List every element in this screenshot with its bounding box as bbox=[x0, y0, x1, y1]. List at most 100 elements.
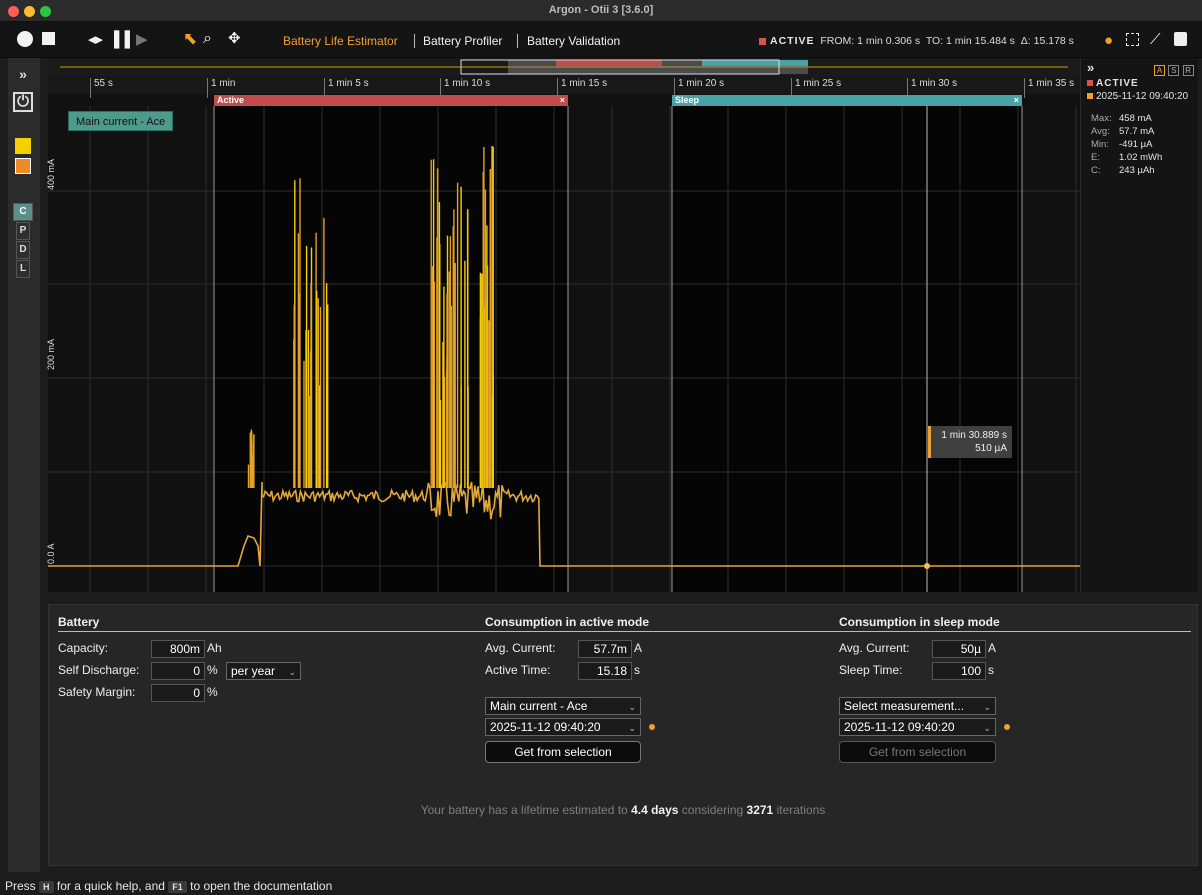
sleep-measurement-select[interactable]: Select measurement... ⌄ bbox=[839, 697, 996, 715]
sleep-heading: Consumption in sleep mode bbox=[839, 615, 1000, 629]
current-waveform-chart[interactable] bbox=[48, 106, 1080, 592]
stat-value: 243 µAh bbox=[1119, 165, 1155, 176]
y-label-400: 400 mA bbox=[46, 158, 56, 190]
rail-button-c[interactable]: C bbox=[13, 203, 33, 221]
active-time-unit: s bbox=[634, 663, 640, 677]
active-get-from-selection-button[interactable]: Get from selection bbox=[485, 741, 641, 763]
self-discharge-unit: % bbox=[207, 663, 218, 677]
tab-battery-life-estimator[interactable]: Battery Life Estimator bbox=[283, 34, 398, 48]
summary-suffix: iterations bbox=[776, 803, 826, 817]
battery-estimator-panel: Battery Capacity: 800m Ah Self Discharge… bbox=[48, 604, 1198, 866]
user-icon[interactable]: ● bbox=[1104, 32, 1113, 50]
chart-icon[interactable]: ⟋ bbox=[1150, 31, 1161, 49]
legend-tag[interactable]: Main current - Ace bbox=[68, 111, 174, 131]
zoom-icon[interactable]: ⌕ bbox=[203, 30, 212, 48]
segment-active[interactable]: Active × bbox=[214, 95, 568, 106]
sleep-avg-input[interactable]: 50µ bbox=[932, 640, 986, 658]
expand-rail-button[interactable]: » bbox=[13, 66, 33, 84]
mode-button-r[interactable]: R bbox=[1182, 65, 1194, 76]
active-time-input[interactable]: 15.18 bbox=[578, 662, 632, 680]
help-key: H bbox=[39, 880, 54, 893]
tab-battery-profiler[interactable]: Battery Profiler bbox=[423, 34, 502, 48]
sleep-recording-select[interactable]: 2025-11-12 09:40:20 ⌄ bbox=[839, 718, 996, 736]
overview-scrollbar[interactable] bbox=[48, 58, 1080, 76]
docs-key: F1 bbox=[168, 880, 187, 893]
toolbar-separator bbox=[414, 34, 415, 48]
chevron-down-icon: ⌄ bbox=[288, 667, 296, 677]
active-recording-value: 2025-11-12 09:40:20 bbox=[490, 720, 601, 734]
record-icon[interactable] bbox=[17, 31, 33, 47]
rail-button-d[interactable]: D bbox=[16, 241, 30, 259]
active-recording-select[interactable]: 2025-11-12 09:40:20 ⌄ bbox=[485, 718, 641, 736]
swatch-orange[interactable] bbox=[15, 158, 31, 174]
delta-value: 15.178 s bbox=[1033, 35, 1074, 47]
menu-icon[interactable] bbox=[1174, 32, 1187, 46]
battery-heading: Battery bbox=[58, 615, 100, 629]
active-avg-label: Avg. Current: bbox=[485, 641, 556, 655]
safety-margin-input[interactable]: 0 bbox=[151, 684, 205, 702]
stat-key: Min: bbox=[1091, 139, 1109, 150]
summary-prefix: Your battery has a lifetime estimated to bbox=[420, 803, 628, 817]
panel-timestamp: 2025-11-12 09:40:20 bbox=[1087, 91, 1188, 102]
selection-status: ACTIVE FROM: 1 min 0.306 s TO: 1 min 15.… bbox=[759, 35, 1074, 47]
statistics-panel: » A S R ACTIVE 2025-11-12 09:40:20 Max: 4… bbox=[1080, 58, 1198, 592]
y-label-200: 200 mA bbox=[46, 338, 56, 370]
pointer-icon[interactable]: ⬉ bbox=[183, 30, 197, 48]
stat-key: Max: bbox=[1091, 113, 1112, 124]
tab-battery-validation[interactable]: Battery Validation bbox=[527, 34, 620, 48]
panel-timestamp-value: 2025-11-12 09:40:20 bbox=[1096, 91, 1189, 102]
chevron-down-icon: ⌄ bbox=[983, 723, 991, 733]
power-icon[interactable]: ⏻ bbox=[13, 92, 33, 112]
toolbar-separator bbox=[517, 34, 518, 48]
stat-key: C: bbox=[1091, 165, 1101, 176]
stat-value: 57.7 mA bbox=[1119, 126, 1155, 137]
sleep-recording-indicator bbox=[1004, 724, 1010, 730]
sleep-time-input[interactable]: 100 bbox=[932, 662, 986, 680]
lifetime-value: 4.4 days bbox=[631, 803, 679, 817]
fit-horizontal-icon[interactable]: ◂▸ bbox=[88, 31, 103, 49]
capacity-label: Capacity: bbox=[58, 641, 109, 655]
from-value: 1 min 0.306 s bbox=[857, 35, 921, 47]
sleep-time-label: Sleep Time: bbox=[839, 663, 903, 677]
play-icon[interactable]: ▶ bbox=[136, 31, 148, 49]
selection-icon[interactable] bbox=[1126, 33, 1139, 46]
footer-end: to open the documentation bbox=[190, 879, 333, 893]
status-label: ACTIVE bbox=[770, 35, 815, 47]
cursor-readout: 1 min 30.889 s 510 µA bbox=[928, 426, 1012, 458]
safety-margin-label: Safety Margin: bbox=[58, 685, 136, 699]
battery-rule bbox=[58, 631, 486, 632]
swatch-yellow[interactable] bbox=[15, 138, 31, 154]
sleep-get-from-selection-button[interactable]: Get from selection bbox=[839, 741, 996, 763]
expand-panel-button[interactable]: » bbox=[1087, 60, 1094, 75]
stat-value: 1.02 mWh bbox=[1119, 152, 1163, 163]
window-title: Argon - Otii 3 [3.6.0] bbox=[548, 4, 654, 16]
stop-icon[interactable] bbox=[42, 32, 55, 45]
toolbar: ◂▸ ▌▌ ▶ ⬉ ⌕ ✥ Battery Life Estimator Bat… bbox=[0, 22, 1202, 58]
segment-sleep[interactable]: Sleep × bbox=[672, 95, 1022, 106]
self-discharge-period-select[interactable]: per year ⌄ bbox=[226, 662, 301, 680]
capacity-input[interactable]: 800m bbox=[151, 640, 205, 658]
summary-middle: considering bbox=[681, 803, 744, 817]
close-segment-active-icon[interactable]: × bbox=[560, 95, 565, 106]
rail-button-l[interactable]: L bbox=[16, 260, 30, 278]
stat-key: E: bbox=[1091, 152, 1100, 163]
stat-value: -491 µA bbox=[1119, 139, 1153, 150]
chevron-down-icon: ⌄ bbox=[628, 723, 636, 733]
self-discharge-input[interactable]: 0 bbox=[151, 662, 205, 680]
sleep-measurement-value: Select measurement... bbox=[844, 699, 965, 713]
fit-all-icon[interactable]: ▌▌ bbox=[114, 31, 135, 49]
pan-icon[interactable]: ✥ bbox=[228, 30, 241, 48]
segments-bar: Active × Sleep × bbox=[48, 94, 1080, 106]
mode-button-a[interactable]: A bbox=[1154, 65, 1165, 76]
segment-sleep-label: Sleep bbox=[675, 95, 700, 105]
active-avg-input[interactable]: 57.7m bbox=[578, 640, 632, 658]
y-label-0: 0.0 A bbox=[46, 543, 56, 564]
active-measurement-select[interactable]: Main current - Ace ⌄ bbox=[485, 697, 641, 715]
panel-mode-buttons: A S R bbox=[1154, 62, 1194, 76]
close-segment-sleep-icon[interactable]: × bbox=[1014, 95, 1019, 106]
cursor-value: 510 µA bbox=[975, 443, 1007, 454]
mode-button-s[interactable]: S bbox=[1168, 65, 1180, 76]
chevron-down-icon: ⌄ bbox=[628, 702, 636, 712]
active-avg-unit: A bbox=[634, 641, 643, 655]
rail-button-p[interactable]: P bbox=[16, 222, 30, 240]
